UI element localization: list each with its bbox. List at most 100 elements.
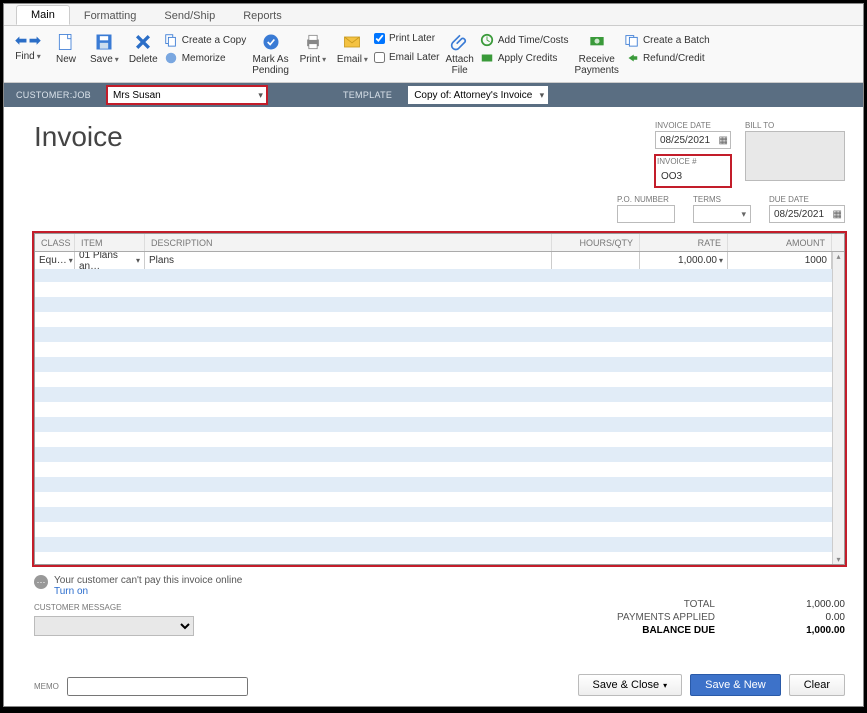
bill-to-box[interactable] (745, 131, 845, 181)
table-row[interactable] (35, 417, 844, 432)
email-later-label: Email Later (389, 52, 440, 63)
invoice-num-input[interactable]: OO3 (657, 167, 727, 185)
table-row[interactable] (35, 357, 844, 372)
email-icon (342, 32, 362, 52)
col-hours-qty[interactable]: HOURS/QTY (552, 234, 640, 251)
memorize-label: Memorize (182, 53, 226, 64)
table-row[interactable]: Equ…▾ 01 Plans an…▾ Plans 1,000.00▾ 1000 (35, 252, 844, 267)
receive-payments-button[interactable]: Receive Payments (570, 30, 622, 78)
col-amount[interactable]: AMOUNT (728, 234, 832, 251)
chevron-down-icon: ▾ (136, 256, 140, 265)
save-icon (94, 32, 114, 52)
invoice-num-label: INVOICE # (657, 157, 729, 166)
table-row[interactable] (35, 477, 844, 492)
copy-icon (164, 33, 178, 47)
invoice-date-input[interactable]: 08/25/2021 ▦ (655, 131, 731, 149)
chevron-down-icon: ▾ (258, 90, 263, 101)
table-body: Equ…▾ 01 Plans an…▾ Plans 1,000.00▾ 1000 (35, 252, 844, 564)
email-later-checkbox[interactable]: Email Later (374, 52, 440, 63)
print-button[interactable]: Print▾ (295, 30, 331, 67)
table-row[interactable] (35, 267, 844, 282)
receive-payments-label: Receive Payments (574, 54, 618, 76)
totals-block: TOTAL1,000.00 PAYMENTS APPLIED0.00 BALAN… (595, 599, 845, 636)
receive-payments-icon (587, 32, 607, 52)
table-row[interactable] (35, 522, 844, 537)
scroll-up-icon[interactable]: ▴ (836, 252, 840, 261)
table-row[interactable] (35, 327, 844, 342)
tab-sendship[interactable]: Send/Ship (150, 7, 229, 25)
credits-icon (480, 51, 494, 65)
customer-value: Mrs Susan (113, 90, 161, 101)
table-row[interactable] (35, 492, 844, 507)
turn-on-link[interactable]: Turn on (54, 586, 88, 597)
table-row[interactable] (35, 387, 844, 402)
find-button[interactable]: ⬅➡ Find▾ (10, 30, 46, 64)
table-row[interactable] (35, 537, 844, 552)
email-button[interactable]: Email▾ (333, 30, 372, 67)
po-input[interactable] (617, 205, 675, 223)
tab-formatting[interactable]: Formatting (70, 7, 151, 25)
due-date-value: 08/25/2021 (774, 209, 824, 220)
chevron-down-icon: ▾ (540, 90, 545, 101)
nav-next-icon[interactable]: ➡ (29, 32, 41, 49)
nav-prev-icon[interactable]: ⬅ (15, 32, 27, 49)
table-row[interactable] (35, 372, 844, 387)
ribbon-toolbar: ⬅➡ Find▾ New Save▾ Delete Create a Copy … (4, 26, 863, 83)
refund-credit-button[interactable]: Refund/Credit (625, 50, 705, 66)
print-later-checkbox[interactable]: Print Later (374, 33, 435, 44)
col-rate[interactable]: RATE (640, 234, 728, 251)
table-row[interactable] (35, 432, 844, 447)
apply-credits-button[interactable]: Apply Credits (480, 50, 557, 66)
chevron-down-icon: ▾ (741, 209, 746, 220)
template-select[interactable]: Copy of: Attorney's Invoice ▾ (408, 86, 548, 104)
create-copy-label: Create a Copy (182, 35, 246, 46)
scroll-down-icon[interactable]: ▾ (836, 555, 840, 564)
col-desc[interactable]: DESCRIPTION (145, 234, 552, 251)
terms-select[interactable]: ▾ (693, 205, 751, 223)
table-row[interactable] (35, 507, 844, 522)
tab-main[interactable]: Main (16, 5, 70, 25)
table-row[interactable] (35, 447, 844, 462)
attach-file-button[interactable]: Attach File (442, 30, 478, 78)
new-label: New (56, 54, 76, 65)
save-new-button[interactable]: Save & New (690, 674, 781, 696)
table-row[interactable] (35, 342, 844, 357)
table-row[interactable] (35, 312, 844, 327)
create-batch-label: Create a Batch (643, 35, 710, 46)
col-class[interactable]: CLASS (35, 234, 75, 251)
clear-button[interactable]: Clear (789, 674, 845, 696)
table-row[interactable] (35, 297, 844, 312)
total-value: 1,000.00 (755, 599, 845, 610)
info-icon: ⋯ (34, 575, 48, 589)
clock-icon (480, 33, 494, 47)
delete-icon (133, 32, 153, 52)
table-row[interactable] (35, 462, 844, 477)
mark-pending-button[interactable]: Mark As Pending (248, 30, 293, 78)
calendar-icon[interactable]: ▦ (833, 209, 842, 220)
tab-reports[interactable]: Reports (229, 7, 296, 25)
invoice-window: Main Formatting Send/Ship Reports ⬅➡ Fin… (3, 3, 864, 707)
save-close-button[interactable]: Save & Close▾ (578, 674, 683, 696)
due-date-input[interactable]: 08/25/2021 ▦ (769, 205, 845, 223)
find-label: Find (15, 51, 34, 62)
email-label: Email (337, 54, 362, 65)
create-batch-button[interactable]: Create a Batch (625, 32, 710, 48)
vertical-scrollbar[interactable]: ▴▾ (832, 252, 844, 564)
new-button[interactable]: New (48, 30, 84, 67)
customer-message-select[interactable] (34, 616, 194, 636)
memorize-button[interactable]: Memorize (164, 50, 226, 66)
memo-input[interactable] (67, 677, 248, 696)
batch-icon (625, 33, 639, 47)
save-button[interactable]: Save▾ (86, 30, 123, 67)
due-date-label: DUE DATE (769, 195, 845, 204)
calendar-icon[interactable]: ▦ (719, 135, 728, 146)
table-row[interactable] (35, 282, 844, 297)
print-icon (303, 32, 323, 52)
delete-button[interactable]: Delete (125, 30, 162, 67)
pending-icon (261, 32, 281, 52)
table-row[interactable] (35, 402, 844, 417)
col-item[interactable]: ITEM (75, 234, 145, 251)
add-time-costs-button[interactable]: Add Time/Costs (480, 32, 569, 48)
create-copy-button[interactable]: Create a Copy (164, 32, 246, 48)
customer-select[interactable]: Mrs Susan ▾ (107, 86, 267, 104)
